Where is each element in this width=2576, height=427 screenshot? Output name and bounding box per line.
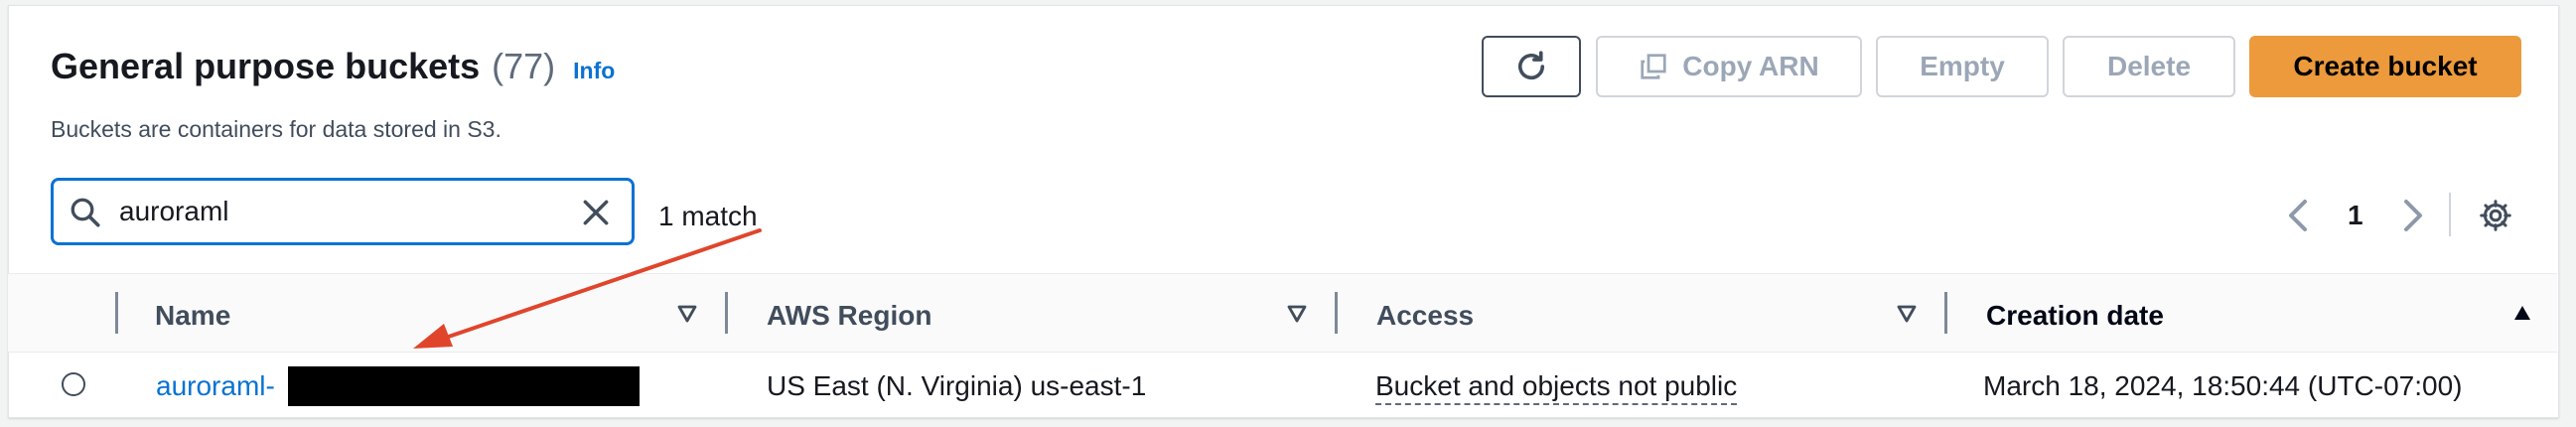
current-page[interactable]: 1 [2348, 200, 2363, 231]
redaction-box [288, 366, 640, 406]
bucket-region: US East (N. Virginia) us-east-1 [767, 370, 1147, 401]
filter-icon[interactable] [1897, 305, 1917, 323]
search-input[interactable] [119, 191, 556, 232]
column-header-access[interactable]: Access [1376, 300, 1474, 332]
page-description: Buckets are containers for data stored i… [51, 116, 501, 142]
delete-button[interactable]: Delete [2063, 36, 2235, 97]
refresh-icon [1517, 51, 1545, 80]
info-link[interactable]: Info [573, 58, 615, 84]
page-title: General purpose buckets [51, 46, 481, 86]
column-header-creation-date[interactable]: Creation date [1986, 300, 2164, 332]
table-header: Name AWS Region Access Creation date [8, 273, 2557, 353]
chevron-right-icon[interactable] [2398, 198, 2426, 233]
column-divider[interactable] [115, 292, 118, 334]
table-row[interactable]: auroraml- US East (N. Virginia) us-east-… [8, 351, 2557, 416]
copy-icon [1641, 54, 1666, 79]
filter-icon[interactable] [677, 305, 697, 323]
copy-arn-label: Copy ARN [1682, 51, 1819, 81]
search-result-count: 1 match [658, 201, 758, 231]
bucket-access[interactable]: Bucket and objects not public [1375, 370, 1738, 405]
gear-icon[interactable] [2478, 198, 2513, 233]
column-divider[interactable] [1335, 292, 1338, 334]
bucket-creation-date: March 18, 2024, 18:50:44 (UTC-07:00) [1983, 370, 2463, 401]
bucket-name-link[interactable]: auroraml- [156, 370, 275, 402]
create-bucket-button[interactable]: Create bucket [2249, 36, 2521, 97]
filter-icon[interactable] [1287, 305, 1307, 323]
column-header-region[interactable]: AWS Region [767, 300, 931, 332]
chevron-left-icon[interactable] [2285, 198, 2313, 233]
page-header: General purpose buckets (77) Info [51, 46, 615, 87]
pager-divider [2449, 193, 2451, 236]
row-select-radio[interactable] [62, 372, 85, 396]
bucket-count: (77) [492, 46, 556, 86]
close-icon[interactable] [580, 197, 612, 228]
refresh-button[interactable] [1482, 36, 1581, 97]
column-divider[interactable] [1944, 292, 1947, 334]
search-icon [71, 198, 100, 227]
copy-arn-button[interactable]: Copy ARN [1596, 36, 1862, 97]
column-divider[interactable] [725, 292, 728, 334]
column-header-name[interactable]: Name [155, 300, 230, 332]
search-field[interactable] [51, 178, 635, 245]
sort-ascending-icon[interactable] [2512, 304, 2532, 322]
empty-button[interactable]: Empty [1876, 36, 2049, 97]
